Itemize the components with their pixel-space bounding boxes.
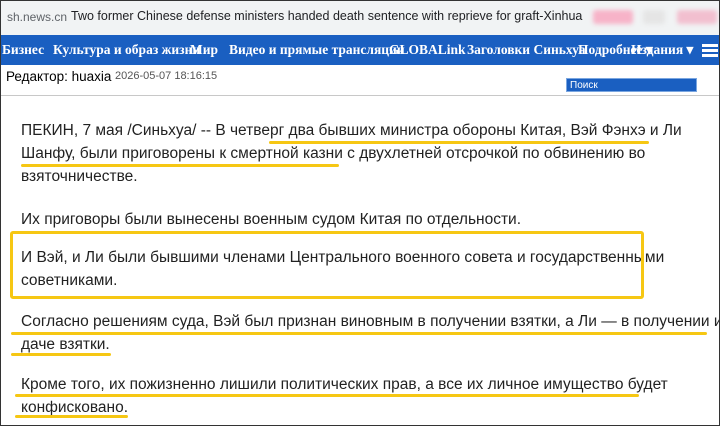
- text-line: Шанфу, были приговорены к смертной казни…: [21, 145, 646, 162]
- text-line: Их приговоры были вынесены военным судом…: [21, 211, 522, 228]
- editor-label: Редактор: huaxia: [6, 69, 112, 84]
- nav-item-world[interactable]: Мир: [190, 42, 218, 58]
- nav-item-globalink[interactable]: GLOBALink: [389, 42, 466, 58]
- blurred-extension-icon: [593, 10, 633, 24]
- nav-item-culture[interactable]: Культура и образ жизни: [53, 42, 200, 58]
- highlight-underline: [269, 141, 649, 144]
- text-line: взяточничестве.: [21, 168, 138, 185]
- highlight-underline: [11, 353, 111, 356]
- search-input[interactable]: [566, 78, 697, 92]
- highlight-box: [10, 231, 644, 299]
- browser-window: sh.news.cn Two former Chinese defense mi…: [0, 0, 720, 426]
- site-navigation: Бизнес Культура и образ жизни Мир Видео …: [1, 35, 719, 65]
- highlight-underline: [21, 164, 339, 167]
- nav-item-headlines[interactable]: Заголовки Синьхуа: [467, 42, 585, 58]
- nav-item-editions[interactable]: Издания ▾: [631, 42, 693, 58]
- browser-tab-title[interactable]: Two former Chinese defense ministers han…: [71, 9, 582, 23]
- highlight-underline: [11, 332, 707, 335]
- text-line: ПЕКИН, 7 мая /Синьхуа/ -- В четверг два …: [21, 122, 682, 139]
- article-paragraph-1: ПЕКИН, 7 мая /Синьхуа/ -- В четверг два …: [21, 119, 682, 188]
- nav-item-business[interactable]: Бизнес: [2, 42, 44, 58]
- divider: [1, 95, 719, 96]
- nav-item-video[interactable]: Видео и прямые трансляции: [229, 42, 405, 58]
- browser-tab-strip: sh.news.cn Two former Chinese defense mi…: [1, 1, 719, 36]
- blurred-extension-icon: [643, 10, 665, 24]
- text-line: Согласно решениям суда, Вэй был признан …: [21, 313, 720, 330]
- hamburger-icon[interactable]: [701, 41, 719, 59]
- article-paragraph-2: Их приговоры были вынесены военным судом…: [21, 208, 521, 231]
- blurred-extension-icon: [677, 10, 717, 24]
- publish-datetime: 2026-05-07 18:16:15: [115, 70, 218, 82]
- highlight-underline: [15, 415, 128, 418]
- text-line: Кроме того, их пожизненно лишили политич…: [21, 376, 668, 393]
- address-fragment[interactable]: sh.news.cn: [7, 10, 67, 24]
- text-line: даче взятки.: [21, 336, 110, 353]
- highlight-underline: [15, 394, 639, 397]
